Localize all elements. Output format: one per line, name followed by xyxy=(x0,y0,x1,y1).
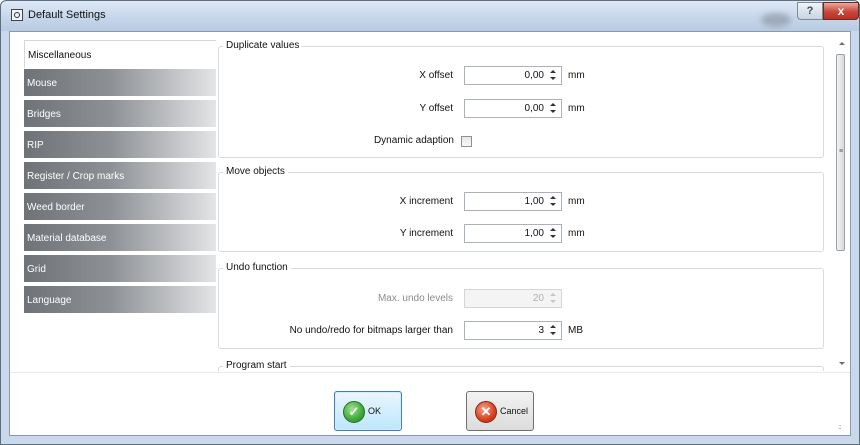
dynamic-adaption-checkbox[interactable] xyxy=(461,136,472,147)
max-undo-levels-input: 20 xyxy=(464,289,562,308)
y-offset-input[interactable]: 0,00 xyxy=(464,99,562,118)
cancel-button[interactable]: ✕ Cancel xyxy=(466,391,534,431)
vertical-scrollbar[interactable]: ≡ xyxy=(836,40,846,370)
group-title: Duplicate values xyxy=(223,40,303,51)
close-button[interactable]: x xyxy=(823,2,859,20)
scroll-down-icon[interactable] xyxy=(839,362,845,365)
sidebar-item-grid[interactable]: Grid xyxy=(24,255,216,284)
x-increment-input[interactable]: 1,00 xyxy=(464,192,562,211)
spin-up-icon[interactable] xyxy=(550,103,556,106)
x-offset-unit: mm xyxy=(568,70,585,81)
spin-up-icon[interactable] xyxy=(550,325,556,328)
spin-up-icon[interactable] xyxy=(550,196,556,199)
x-increment-spinner[interactable] xyxy=(548,194,559,209)
bitmap-limit-input[interactable]: 3 xyxy=(464,321,562,340)
resize-grip-icon[interactable]: .::: xyxy=(838,425,848,434)
y-increment-label: Y increment xyxy=(399,228,453,239)
spin-down-icon[interactable] xyxy=(550,77,556,80)
sidebar-item-rip[interactable]: RIP xyxy=(24,131,216,160)
y-offset-spinner[interactable] xyxy=(548,101,559,116)
y-offset-label: Y offset xyxy=(419,103,453,114)
scroll-up-icon[interactable] xyxy=(839,42,845,45)
sidebar-item-miscellaneous[interactable]: Miscellaneous xyxy=(24,40,216,69)
cancel-button-label: Cancel xyxy=(500,406,529,416)
x-offset-input[interactable]: 0,00 xyxy=(464,66,562,85)
x-increment-label: X increment xyxy=(399,196,453,207)
move-objects-group: Move objects X increment 1,00 mm Y incre… xyxy=(218,166,824,252)
sidebar-item-register-crop-marks[interactable]: Register / Crop marks xyxy=(24,162,216,191)
max-undo-levels-spinner xyxy=(548,291,559,306)
sidebar-item-language[interactable]: Language xyxy=(24,286,216,315)
group-title: Program start xyxy=(223,360,290,371)
x-increment-unit: mm xyxy=(568,196,585,207)
y-increment-unit: mm xyxy=(568,228,585,239)
titlebar-decoration xyxy=(761,13,791,27)
y-offset-value: 0,00 xyxy=(524,103,544,114)
x-increment-value: 1,00 xyxy=(524,196,544,207)
y-offset-unit: mm xyxy=(568,103,585,114)
spin-up-icon[interactable] xyxy=(550,228,556,231)
y-increment-input[interactable]: 1,00 xyxy=(464,224,562,243)
x-offset-value: 0,00 xyxy=(524,70,544,81)
window-title: Default Settings xyxy=(28,9,106,21)
checkmark-icon: ✓ xyxy=(343,401,365,423)
dynamic-adaption-label: Dynamic adaption xyxy=(373,135,454,146)
x-offset-label: X offset xyxy=(419,70,453,81)
divider xyxy=(10,372,850,373)
sidebar-item-bridges[interactable]: Bridges xyxy=(24,100,216,129)
app-icon xyxy=(11,9,23,21)
sidebar-item-mouse[interactable]: Mouse xyxy=(24,69,216,98)
y-increment-value: 1,00 xyxy=(524,228,544,239)
settings-panel[interactable]: Duplicate values X offset 0,00 mm Y offs… xyxy=(216,38,842,371)
duplicate-values-group: Duplicate values X offset 0,00 mm Y offs… xyxy=(218,40,824,158)
ok-button-label: OK xyxy=(368,406,382,416)
group-title: Undo function xyxy=(223,262,291,273)
bitmap-limit-value: 3 xyxy=(538,325,544,336)
help-button[interactable]: ? xyxy=(797,2,823,20)
title-bar[interactable]: Default Settings ? x xyxy=(1,1,859,31)
bitmap-limit-unit: MB xyxy=(568,325,583,336)
spin-down-icon xyxy=(550,300,556,303)
x-circle-icon: ✕ xyxy=(475,401,497,423)
undo-function-group: Undo function Max. undo levels 20 No und… xyxy=(218,262,824,349)
bitmap-limit-spinner[interactable] xyxy=(548,323,559,338)
spin-down-icon[interactable] xyxy=(550,332,556,335)
dialog-window: Default Settings ? x Miscellaneous Mouse… xyxy=(0,0,860,445)
max-undo-levels-label: Max. undo levels xyxy=(377,293,453,304)
max-undo-levels-value: 20 xyxy=(532,293,544,304)
dialog-content: Miscellaneous Mouse Bridges RIP Register… xyxy=(9,31,851,436)
program-start-group: Program start xyxy=(218,360,824,371)
spin-down-icon[interactable] xyxy=(550,203,556,206)
ok-button[interactable]: ✓ OK xyxy=(334,391,402,431)
sidebar-item-weed-border[interactable]: Weed border xyxy=(24,193,216,222)
y-increment-spinner[interactable] xyxy=(548,226,559,241)
spin-up-icon xyxy=(550,293,556,296)
spin-up-icon[interactable] xyxy=(550,70,556,73)
sidebar-item-material-database[interactable]: Material database xyxy=(24,224,216,253)
grip-icon: ≡ xyxy=(839,148,844,155)
spin-down-icon[interactable] xyxy=(550,235,556,238)
spin-down-icon[interactable] xyxy=(550,110,556,113)
bitmap-limit-label: No undo/redo for bitmaps larger than xyxy=(289,325,453,336)
scroll-thumb[interactable]: ≡ xyxy=(836,54,845,251)
group-title: Move objects xyxy=(223,166,288,177)
x-offset-spinner[interactable] xyxy=(548,68,559,83)
